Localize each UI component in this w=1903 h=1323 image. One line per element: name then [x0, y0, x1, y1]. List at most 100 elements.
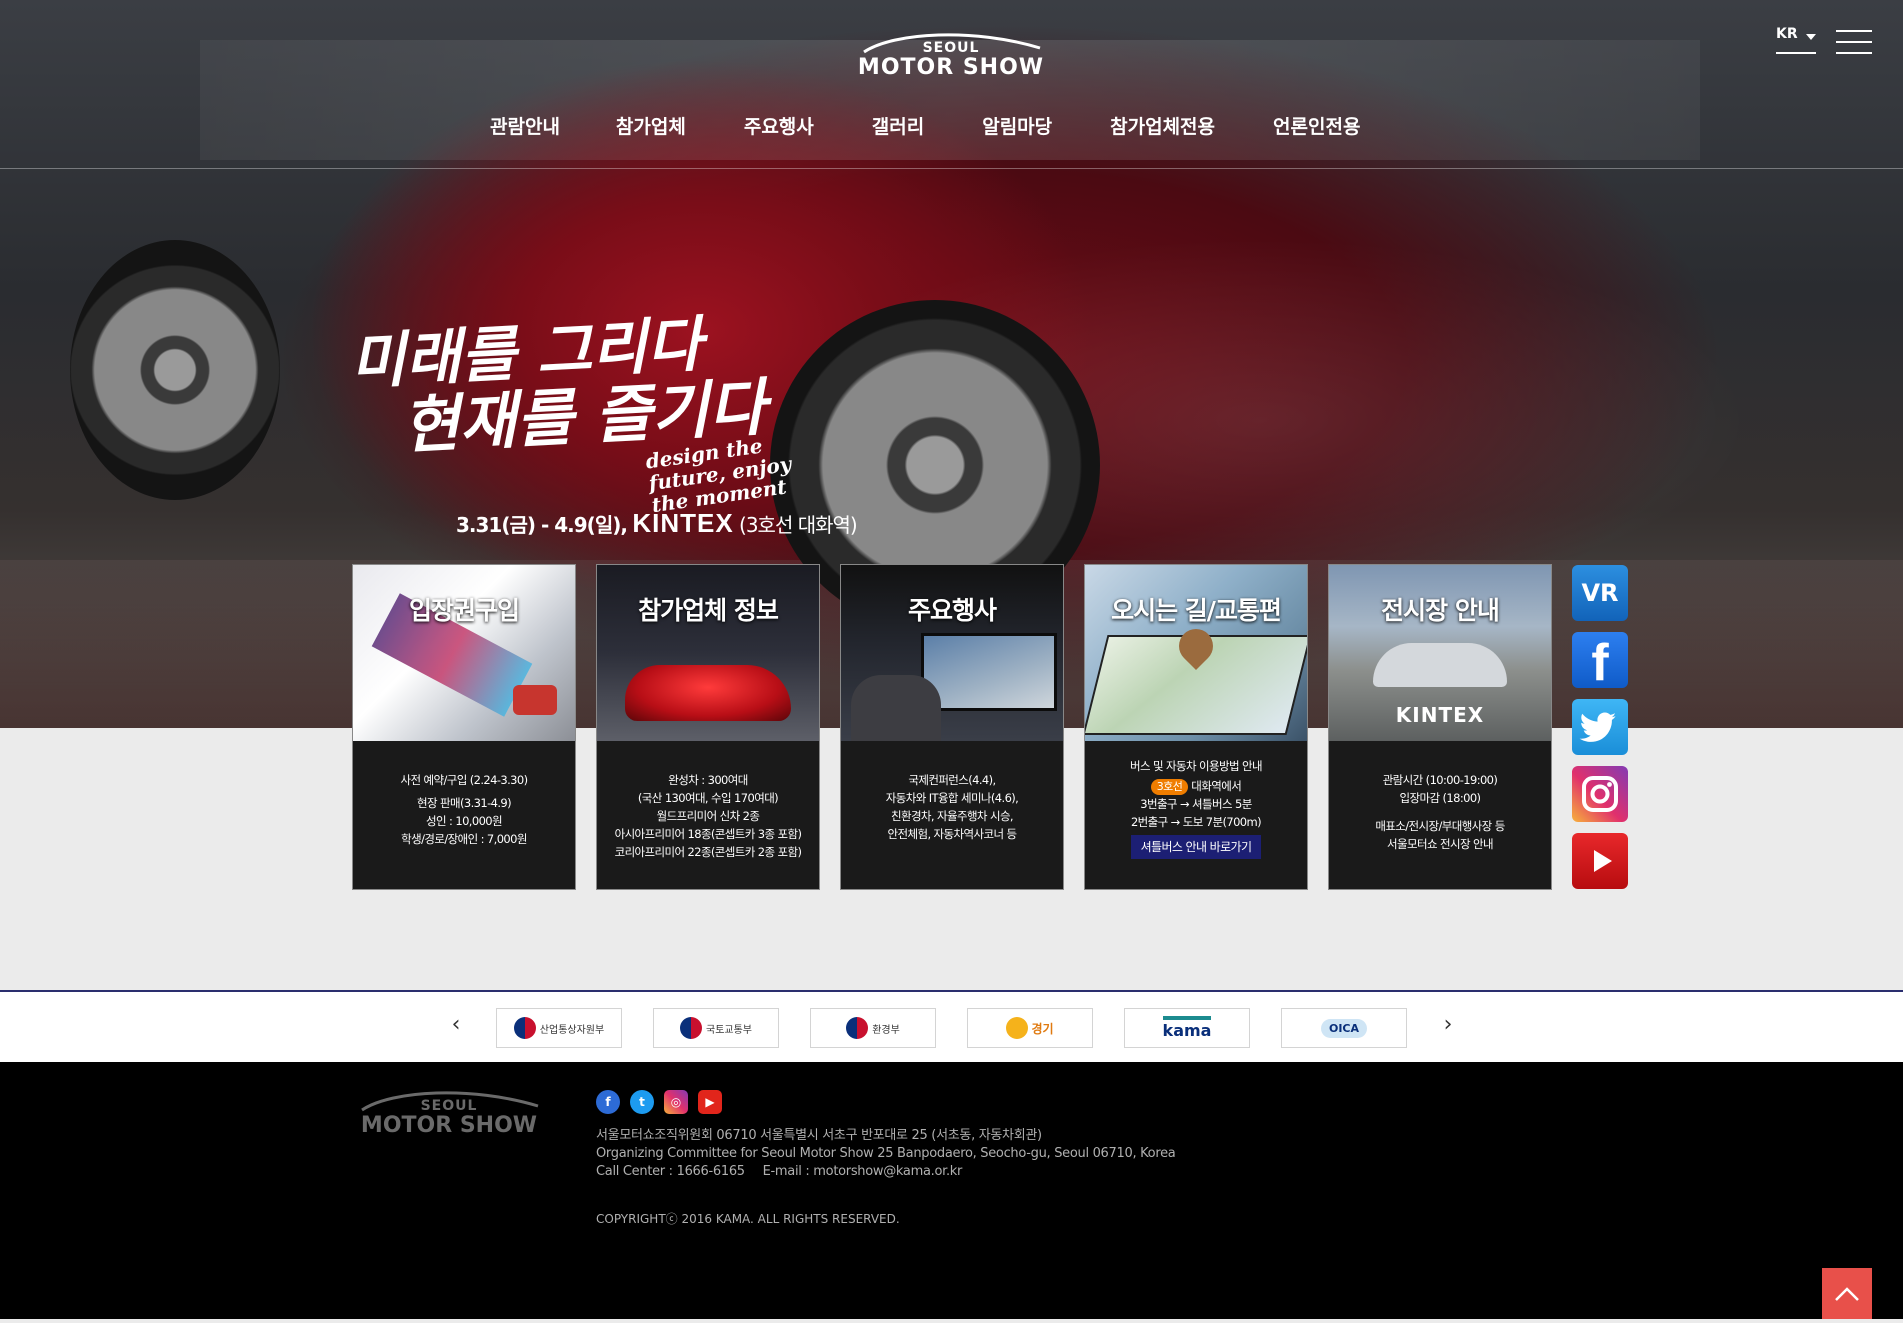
- footer-logo-swoosh-icon: [361, 1091, 539, 1112]
- footer-logo[interactable]: SEOUL MOTOR SHOW: [352, 1088, 546, 1138]
- card-ticket-line: 사전 예약/구입 (2.24-3.30): [400, 773, 529, 787]
- nav-item-exhibitor-only[interactable]: 참가업체전용: [1110, 112, 1215, 142]
- shuttle-guide-button[interactable]: 셔틀버스 안내 바로가기: [1130, 835, 1262, 859]
- card-exhibitor-body: 완성차 : 300여대 (국산 130여대, 수입 170여대) 월드프리미어 …: [597, 741, 819, 889]
- station-text: 대화역에서: [1191, 779, 1242, 793]
- venue-name: KINTEX: [632, 508, 734, 538]
- vr-label: VR: [1581, 579, 1619, 607]
- card-events-line: 자동차와 IT융합 세미나(4.6),: [885, 791, 1019, 805]
- event-date-text: 3.31(금) - 4.9(일),: [456, 513, 628, 537]
- card-directions-heading: 버스 및 자동차 이용방법 안내: [1130, 759, 1263, 773]
- card-venue-line: [1329, 807, 1551, 817]
- youtube-icon: [1594, 850, 1612, 872]
- partner-prev-button[interactable]: ‹: [446, 1012, 466, 1038]
- card-ticket-title: 입장권구입: [408, 596, 520, 625]
- card-ticket-body: 사전 예약/구입 (2.24-3.30) 현장 판매(3.31-4.9) 성인 …: [353, 741, 575, 889]
- nav-item-press-only[interactable]: 언론인전용: [1273, 112, 1360, 142]
- scroll-to-top-button[interactable]: [1822, 1268, 1872, 1319]
- gyeonggi-sun-icon: [1006, 1017, 1029, 1039]
- twitter-icon: [1579, 712, 1616, 742]
- partner-logo-kama[interactable]: kama: [1124, 1008, 1250, 1048]
- nav-item-gallery[interactable]: 갤러리: [872, 112, 924, 142]
- card-venue-title: 전시장 안내: [1381, 596, 1500, 625]
- language-label: KR: [1776, 26, 1798, 42]
- card-ticket-line: 학생/경로/장애인 : 7,000원: [401, 832, 527, 846]
- partner-logo-molit[interactable]: 국토교통부: [653, 1008, 779, 1048]
- youtube-button[interactable]: [1572, 833, 1628, 889]
- partner-next-button[interactable]: ›: [1438, 1012, 1458, 1038]
- footer-address-en: Organizing Committee for Seoul Motor Sho…: [596, 1146, 1176, 1161]
- partner-logo-motie[interactable]: 산업통상자원부: [496, 1008, 622, 1048]
- hamburger-menu-button[interactable]: [1836, 30, 1872, 54]
- logo-swoosh-icon: [863, 33, 1041, 54]
- site-footer: SEOUL MOTOR SHOW f t ◎ ▶ 서울모터쇼조직위원회 0671…: [0, 1062, 1903, 1319]
- footer-call-center: Call Center : 1666-6165: [596, 1164, 745, 1179]
- event-dates: 3.31(금) - 4.9(일), KINTEX (3호선 대화역): [456, 508, 858, 539]
- card-venue-body: 관람시간 (10:00-19:00) 입장마감 (18:00) 매표소/전시장/…: [1329, 741, 1551, 889]
- footer-email[interactable]: E-mail : motorshow@kama.or.kr: [763, 1164, 963, 1179]
- twitter-button[interactable]: [1572, 699, 1628, 755]
- card-exhibitor-line: 월드프리미어 신차 2종: [656, 809, 760, 823]
- footer-youtube-icon[interactable]: ▶: [698, 1090, 722, 1114]
- partner-logo-strip: 산업통상자원부 국토교통부 환경부 경기 kama OICA: [0, 990, 1903, 1062]
- nav-divider: [0, 168, 1903, 169]
- card-ticket-line: 현장 판매(3.31-4.9): [417, 796, 512, 810]
- card-directions-title: 오시는 길/교통편: [1111, 596, 1282, 625]
- card-directions-line: 3번출구 → 셔틀버스 5분: [1140, 797, 1252, 811]
- card-venue-guide[interactable]: KINTEX 전시장 안내 관람시간 (10:00-19:00) 입장마감 (1…: [1328, 564, 1552, 890]
- footer-contact: Call Center : 1666-6165 E-mail : motorsh…: [596, 1163, 1175, 1181]
- partner-name: 경기: [1031, 1021, 1054, 1036]
- partner-logo-me[interactable]: 환경부: [810, 1008, 936, 1048]
- racing-screen-image: [921, 633, 1057, 711]
- kintex-dome-image: [1373, 643, 1507, 687]
- main-nav: 관람안내 참가업체 주요행사 갤러리 알림마당 참가업체전용 언론인전용: [490, 112, 1360, 142]
- footer-twitter-icon[interactable]: t: [630, 1090, 654, 1114]
- vr-button[interactable]: VR: [1572, 565, 1628, 621]
- card-directions[interactable]: 오시는 길/교통편 버스 및 자동차 이용방법 안내 3호선 대화역에서 3번출…: [1084, 564, 1308, 890]
- partner-logo-oica[interactable]: OICA: [1281, 1008, 1407, 1048]
- card-exhibitor-info[interactable]: 참가업체 정보 완성차 : 300여대 (국산 130여대, 수입 170여대)…: [596, 564, 820, 890]
- nav-item-exhibitors[interactable]: 참가업체: [616, 112, 686, 142]
- nav-item-events[interactable]: 주요행사: [744, 112, 814, 142]
- nav-item-notice[interactable]: 알림마당: [982, 112, 1052, 142]
- card-directions-body: 버스 및 자동차 이용방법 안내 3호선 대화역에서 3번출구 → 셔틀버스 5…: [1085, 741, 1307, 889]
- language-select[interactable]: KR: [1776, 26, 1816, 54]
- site-logo[interactable]: SEOUL MOTOR SHOW: [854, 30, 1048, 80]
- card-exhibitor-line: 아시아프리미어 18종(콘셉트카 3종 포함): [614, 827, 802, 841]
- footer-facebook-icon[interactable]: f: [596, 1090, 620, 1114]
- card-ticket[interactable]: 입장권구입 사전 예약/구입 (2.24-3.30) 현장 판매(3.31-4.…: [352, 564, 576, 890]
- car-wheel-rear: [70, 240, 280, 500]
- chevron-up-icon: [1835, 1287, 1859, 1301]
- footer-sns: f t ◎ ▶: [596, 1090, 732, 1114]
- card-events-body: 국제컨퍼런스(4.4), 자동차와 IT융합 세미나(4.6), 친환경차, 자…: [841, 741, 1063, 889]
- toy-car-image: [513, 685, 557, 715]
- partner-name: 산업통상자원부: [539, 1024, 605, 1036]
- instagram-button[interactable]: [1572, 766, 1628, 822]
- card-directions-station: 3호선 대화역에서: [1085, 777, 1307, 795]
- simulator-driver-image: [851, 675, 941, 741]
- hero-tagline: 미래를 그리다 현재를 즐기다 design the future, enjoy…: [348, 310, 792, 518]
- footer-address: 서울모터쇼조직위원회 06710 서울특별시 서초구 반포대로 25 (서초동,…: [596, 1127, 1176, 1181]
- partner-name: 국토교통부: [706, 1024, 752, 1036]
- card-events-line: 친환경차, 자율주행차 시승,: [890, 809, 1014, 823]
- instagram-icon: [1582, 776, 1618, 812]
- footer-instagram-icon[interactable]: ◎: [664, 1090, 688, 1114]
- partner-name: OICA: [1320, 1018, 1368, 1038]
- hamburger-icon-line: [1836, 30, 1872, 32]
- card-events-line: 국제컨퍼런스(4.4),: [908, 773, 996, 787]
- card-exhibitor-line: (국산 130여대, 수입 170여대): [637, 791, 779, 805]
- taegeuk-icon: [846, 1017, 869, 1039]
- caret-down-icon: [1806, 34, 1816, 40]
- card-main-events[interactable]: 주요행사 국제컨퍼런스(4.4), 자동차와 IT융합 세미나(4.6), 친환…: [840, 564, 1064, 890]
- venue-note: (3호선 대화역): [739, 513, 858, 537]
- card-venue-line: 매표소/전시장/부대행사장 등: [1375, 819, 1505, 833]
- partner-logo-gyeonggi[interactable]: 경기: [967, 1008, 1093, 1048]
- facebook-button[interactable]: f: [1572, 632, 1628, 692]
- card-exhibitor-title: 참가업체 정보: [638, 596, 779, 625]
- footer-address-kr: 서울모터쇼조직위원회 06710 서울특별시 서초구 반포대로 25 (서초동,…: [596, 1128, 1042, 1143]
- hamburger-icon-line: [1836, 52, 1872, 54]
- hamburger-icon-line: [1836, 41, 1872, 43]
- nav-item-visit-info[interactable]: 관람안내: [490, 112, 560, 142]
- card-exhibitor-line: 완성차 : 300여대: [668, 773, 748, 787]
- taegeuk-icon: [680, 1017, 702, 1039]
